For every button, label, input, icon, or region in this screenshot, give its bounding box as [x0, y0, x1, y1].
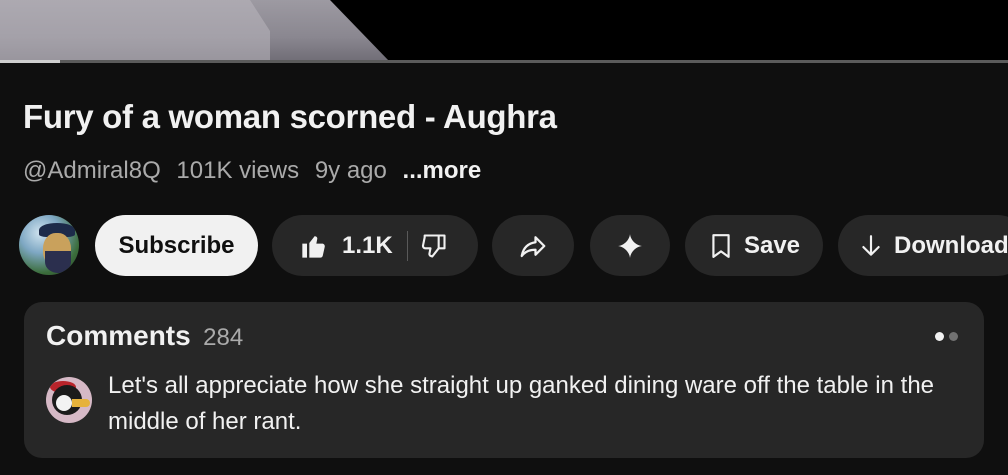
like-count[interactable]: 1.1K	[342, 232, 393, 260]
download-button[interactable]: Download	[838, 215, 1008, 276]
comments-header: Comments 284	[46, 320, 243, 352]
top-comment-text: Let's all appreciate how she straight up…	[108, 372, 935, 435]
dot-active	[935, 332, 944, 341]
video-player[interactable]	[0, 0, 1008, 62]
carousel-dots	[935, 332, 958, 341]
comments-panel[interactable]: Comments 284 Let's all appreciate how sh…	[24, 302, 984, 458]
share-button[interactable]	[492, 215, 574, 276]
comments-title: Comments	[46, 320, 191, 351]
ask-button[interactable]	[590, 215, 670, 276]
like-dislike-group: 1.1K	[272, 215, 478, 276]
save-button[interactable]: Save	[685, 215, 823, 276]
comments-count: 284	[203, 324, 244, 351]
video-meta[interactable]: @Admiral8Q 101K views 9y ago ...more	[23, 157, 490, 185]
download-arrow-icon	[858, 233, 884, 259]
save-label: Save	[743, 231, 801, 259]
video-title[interactable]: Fury of a woman scorned - Aughra	[23, 98, 557, 136]
more-button[interactable]: ...more	[403, 157, 482, 184]
channel-handle[interactable]: @Admiral8Q	[23, 157, 161, 184]
subscribe-button[interactable]: Subscribe	[95, 215, 258, 276]
channel-avatar[interactable]	[19, 215, 79, 275]
like-divider	[406, 230, 408, 261]
video-frame-highlight	[0, 0, 270, 62]
bookmark-icon	[708, 233, 734, 259]
commenter-avatar	[46, 377, 92, 423]
thumbs-down-icon[interactable]	[420, 232, 448, 260]
share-icon	[518, 231, 548, 261]
upload-age: 9y ago	[314, 157, 387, 184]
dot-inactive	[949, 332, 958, 341]
sparkle-icon	[617, 233, 643, 259]
view-count: 101K views	[176, 157, 300, 184]
download-label: Download	[894, 231, 1008, 259]
thumbs-up-icon[interactable]	[300, 232, 328, 260]
